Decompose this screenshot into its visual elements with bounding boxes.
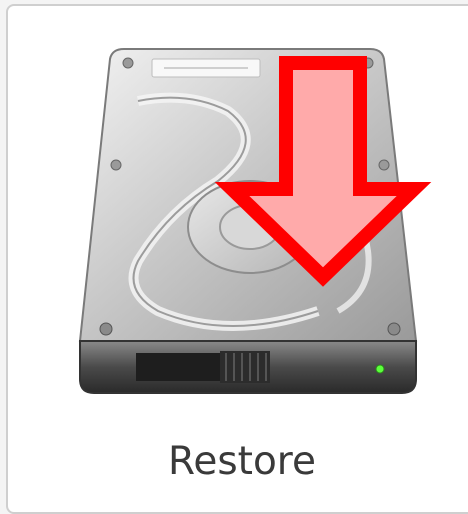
restore-button[interactable]: Restore [6,4,468,514]
hard-drive-restore-icon [68,41,438,406]
restore-label: Restore [168,439,316,484]
